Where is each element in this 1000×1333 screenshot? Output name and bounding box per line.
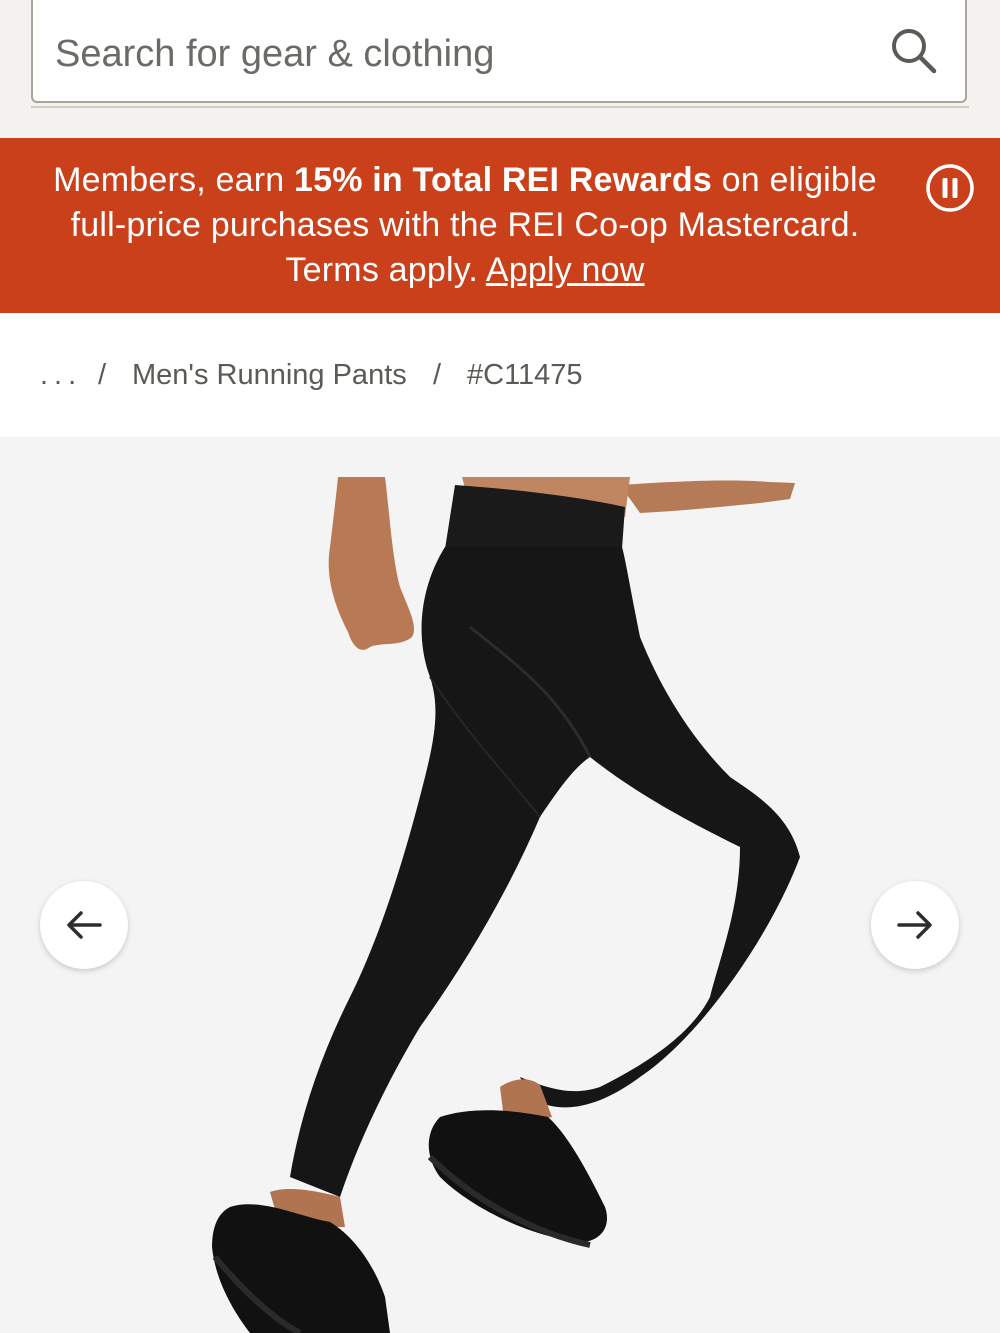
arrow-right-icon [897, 911, 932, 939]
next-image-button[interactable] [871, 881, 959, 969]
promo-text-bold: 15% in Total REI Rewards [293, 161, 712, 199]
search-icon[interactable] [889, 26, 939, 76]
product-image [212, 477, 800, 1333]
breadcrumb-separator: / [98, 359, 107, 391]
apply-now-link[interactable]: Apply now [486, 251, 645, 289]
promo-text-start: Members, earn [53, 161, 294, 199]
search-header [0, 0, 1000, 138]
breadcrumb-ellipsis[interactable]: ... [40, 359, 82, 392]
divider [31, 106, 969, 108]
breadcrumb: ... / Men's Running Pants / #C11475 [0, 313, 1000, 437]
product-gallery [0, 437, 1000, 1333]
breadcrumb-item-product-id: #C11475 [467, 359, 583, 391]
search-input[interactable] [55, 24, 855, 84]
previous-image-button[interactable] [40, 881, 128, 969]
breadcrumb-separator: / [433, 359, 442, 391]
arrow-left-icon [67, 911, 102, 939]
promo-banner: Members, earn 15% in Total REI Rewards o… [0, 138, 1000, 313]
search-box[interactable] [31, 0, 967, 103]
pause-icon[interactable] [925, 163, 975, 213]
breadcrumb-item-category[interactable]: Men's Running Pants [132, 359, 407, 392]
promo-message: Members, earn 15% in Total REI Rewards o… [30, 158, 900, 293]
